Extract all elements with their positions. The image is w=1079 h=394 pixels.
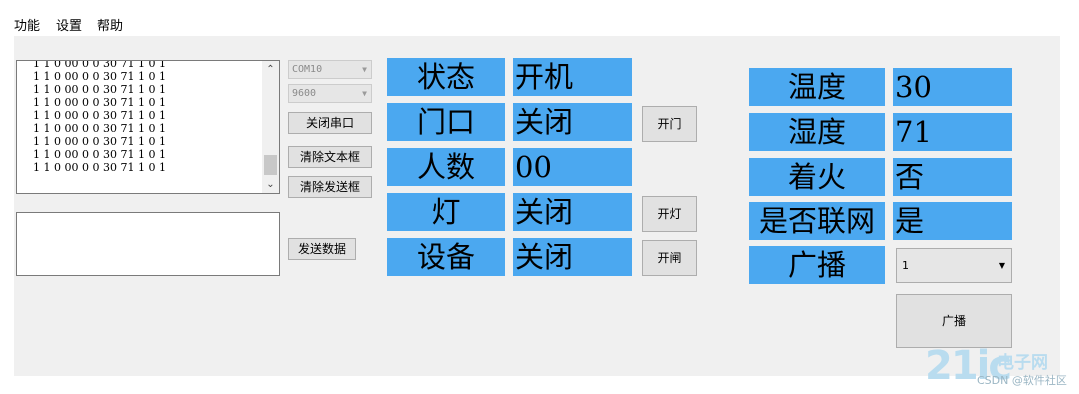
temperature-label: 温度 [749,68,885,106]
menu-settings[interactable]: 设置 [56,15,82,34]
door-label: 门口 [387,103,505,141]
send-data-button[interactable]: 发送数据 [288,238,356,260]
network-label: 是否联网 [749,202,885,240]
network-value: 是 [893,202,1012,240]
broadcast-button[interactable]: 广播 [896,294,1012,348]
chevron-up-icon[interactable]: ⌃ [262,61,279,78]
receive-textbox[interactable]: 1 1 0 00 0 0 30 71 1 0 11 1 0 00 0 0 30 … [16,60,280,194]
watermark-sub: CSDN @软件社区 [977,374,1067,387]
baud-combo[interactable]: 9600 ▼ [288,84,372,103]
receive-line: 1 1 0 00 0 0 30 71 1 0 1 [33,161,166,174]
people-value: 00 [513,148,632,186]
client-area: 1 1 0 00 0 0 30 71 1 0 11 1 0 00 0 0 30 … [14,36,1060,376]
receive-line: 1 1 0 00 0 0 30 71 1 0 1 [33,60,166,70]
humidity-value: 71 [893,113,1012,151]
receive-scrollbar[interactable]: ⌃ ⌄ [262,61,279,193]
watermark: 21ic 电子网 CSDN @软件社区 [925,346,1075,390]
receive-line: 1 1 0 00 0 0 30 71 1 0 1 [33,135,166,148]
scrollbar-thumb[interactable] [264,155,277,175]
light-value: 关闭 [513,193,632,231]
fire-label: 着火 [749,158,885,196]
broadcast-select-value: 1 [902,259,909,272]
menu-bar: 功能 设置 帮助 [0,0,1079,36]
caret-down-icon: ▼ [362,65,367,74]
open-door-button[interactable]: 开门 [642,106,697,142]
device-label: 设备 [387,238,505,276]
open-gate-button[interactable]: 开闸 [642,240,697,276]
status-label: 状态 [387,58,505,96]
port-combo[interactable]: COM10 ▼ [288,60,372,79]
humidity-label: 湿度 [749,113,885,151]
receive-line: 1 1 0 00 0 0 30 71 1 0 1 [33,96,166,109]
clear-text-button[interactable]: 清除文本框 [288,146,372,168]
send-textbox[interactable] [16,212,280,276]
watermark-name: 电子网 [997,353,1048,373]
chevron-down-icon[interactable]: ⌄ [262,176,279,193]
receive-line: 1 1 0 00 0 0 30 71 1 0 1 [33,70,166,83]
door-value: 关闭 [513,103,632,141]
receive-line: 1 1 0 00 0 0 30 71 1 0 1 [33,122,166,135]
menu-help[interactable]: 帮助 [97,15,123,34]
clear-send-button[interactable]: 清除发送框 [288,176,372,198]
broadcast-label: 广播 [749,246,885,284]
status-value: 开机 [513,58,632,96]
caret-down-icon: ▼ [362,89,367,98]
receive-line: 1 1 0 00 0 0 30 71 1 0 1 [33,83,166,96]
broadcast-select[interactable]: 1 ▼ [896,248,1012,283]
caret-down-icon: ▼ [998,261,1005,270]
close-port-button[interactable]: 关闭串口 [288,112,372,134]
baud-value: 9600 [292,88,317,99]
menu-function[interactable]: 功能 [14,15,40,34]
temperature-value: 30 [893,68,1012,106]
receive-lines: 1 1 0 00 0 0 30 71 1 0 11 1 0 00 0 0 30 … [33,60,166,174]
device-value: 关闭 [513,238,632,276]
light-label: 灯 [387,193,505,231]
open-light-button[interactable]: 开灯 [642,196,697,232]
port-value: COM10 [292,64,323,75]
people-label: 人数 [387,148,505,186]
fire-value: 否 [893,158,1012,196]
receive-line: 1 1 0 00 0 0 30 71 1 0 1 [33,109,166,122]
receive-line: 1 1 0 00 0 0 30 71 1 0 1 [33,148,166,161]
